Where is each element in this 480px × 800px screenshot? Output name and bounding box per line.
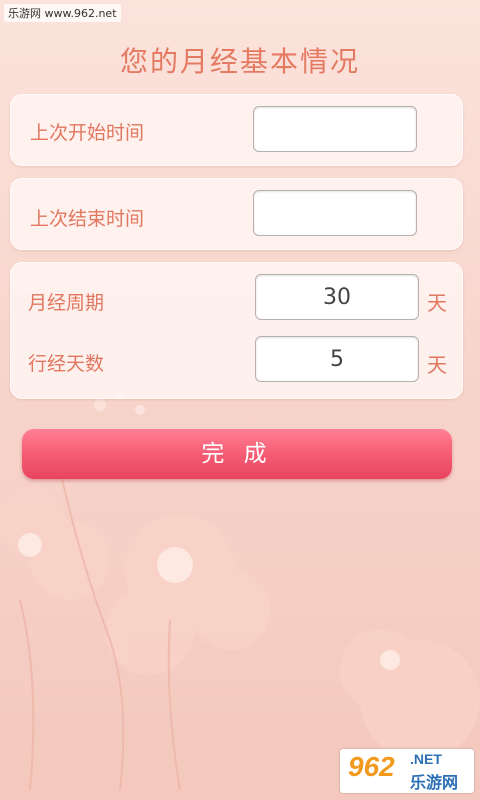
start-date-label: 上次开始时间 (30, 122, 145, 144)
cycle-card: 月经周期 30 天 行经天数 5 天 (10, 262, 463, 399)
period-days-label: 行经天数 (28, 353, 105, 375)
cycle-length-input[interactable]: 30 (255, 274, 419, 320)
cycle-length-label: 月经周期 (28, 292, 105, 314)
end-date-card: 上次结束时间 (10, 178, 463, 250)
logo-net: .NET (410, 751, 442, 767)
start-date-input[interactable] (253, 106, 417, 152)
start-date-card: 上次开始时间 (10, 94, 463, 166)
end-date-label: 上次结束时间 (30, 208, 145, 230)
cycle-length-unit: 天 (427, 291, 447, 315)
site-logo: 962 .NET 乐游网 (340, 749, 474, 793)
period-days-input[interactable]: 5 (255, 336, 419, 382)
page-title: 您的月经基本情况 (119, 45, 360, 78)
done-button[interactable]: 完 成 (22, 429, 452, 479)
logo-number: 962 (348, 751, 395, 782)
logo-chinese: 乐游网 (410, 773, 459, 792)
end-date-input[interactable] (253, 190, 417, 236)
watermark: 乐游网 www.962.net (4, 4, 121, 22)
period-days-unit: 天 (427, 353, 447, 377)
